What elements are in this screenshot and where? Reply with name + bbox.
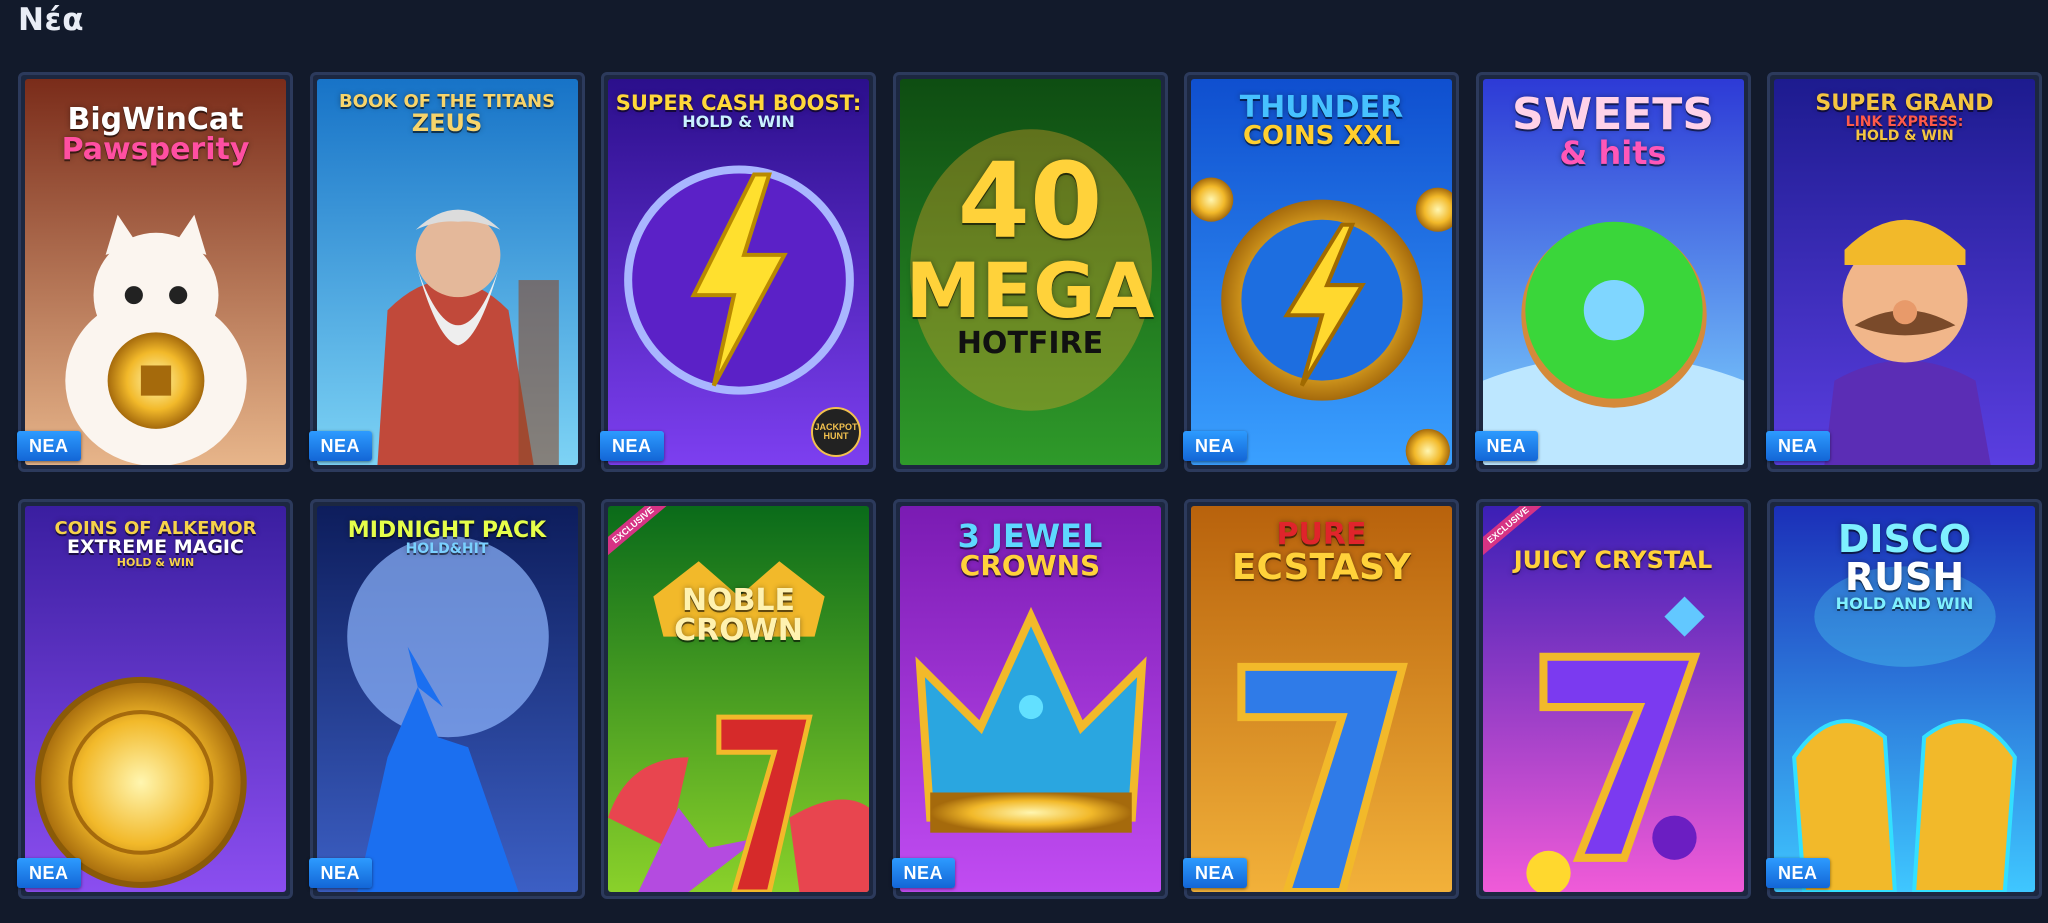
- game-tile[interactable]: JUICY CRYSTAL EXCLUSIVE: [1475, 499, 1751, 899]
- game-title-l2: MEGA: [905, 246, 1155, 335]
- new-badge: NEA: [600, 431, 664, 461]
- game-title-l2: RUSH: [1844, 555, 1965, 599]
- game-title-l1: JUICY CRYSTAL: [1513, 546, 1713, 574]
- game-logo: COINS OF ALKEMOR EXTREME MAGIC HOLD & WIN: [31, 520, 280, 569]
- game-title-l1: THUNDER: [1239, 90, 1404, 125]
- game-title-l3: HOLD & WIN: [116, 556, 195, 569]
- game-logo: 40 MEGA HOTFIRE: [906, 149, 1155, 359]
- game-thumbnail: PURE ECSTASY: [1191, 506, 1452, 892]
- game-tile[interactable]: PURE ECSTASY NEA: [1183, 499, 1459, 899]
- game-title-l2: ZEUS: [411, 109, 483, 137]
- game-logo: PURE ECSTASY: [1197, 520, 1446, 586]
- game-thumbnail: THUNDER COINS XXL: [1191, 79, 1452, 465]
- page: Νέα BigWinCat Pawsperity NEA BOOK OF THE TI…: [0, 0, 2048, 923]
- game-title-l2: CROWN: [674, 613, 803, 648]
- game-thumbnail: SUPER GRAND LINK EXPRESS: HOLD & WIN: [1774, 79, 2035, 465]
- game-title-l2: EXTREME MAGIC: [67, 536, 244, 558]
- game-title-l2: LINK EXPRESS:: [1845, 114, 1964, 130]
- new-badge: NEA: [891, 858, 956, 888]
- new-badge: NEA: [1766, 858, 1830, 888]
- game-tile[interactable]: 40 MEGA HOTFIRE: [892, 72, 1168, 472]
- new-badge: NEA: [308, 858, 373, 888]
- game-tile[interactable]: DISCO RUSH HOLD AND WIN NEA: [1766, 499, 2042, 899]
- game-tile[interactable]: BigWinCat Pawsperity NEA: [17, 72, 293, 472]
- game-artwork: [316, 506, 578, 892]
- game-thumbnail: BOOK OF THE TITANS ZEUS: [316, 79, 578, 465]
- game-logo: BOOK OF THE TITANS ZEUS: [323, 93, 572, 137]
- new-badge: NEA: [1474, 431, 1539, 461]
- game-thumbnail: COINS OF ALKEMOR EXTREME MAGIC HOLD & WIN: [25, 506, 286, 892]
- game-thumbnail: BigWinCat Pawsperity: [25, 79, 286, 465]
- game-artwork: [608, 506, 869, 892]
- game-title-l1: PURE: [1276, 517, 1367, 552]
- game-title-l1: 3 JEWEL: [957, 517, 1103, 555]
- game-thumbnail: SWEETS & hits: [1482, 79, 1744, 465]
- game-tile[interactable]: COINS OF ALKEMOR EXTREME MAGIC HOLD & WIN N…: [17, 499, 293, 899]
- game-logo: JUICY CRYSTAL: [1489, 548, 1738, 572]
- game-logo: DISCO RUSH HOLD AND WIN: [1780, 520, 2029, 612]
- games-grid: BigWinCat Pawsperity NEA BOOK OF THE TITANS…: [17, 72, 2042, 899]
- new-badge: NEA: [17, 858, 81, 888]
- game-tile[interactable]: BOOK OF THE TITANS ZEUS NEA: [308, 72, 585, 472]
- game-title-l2: COINS XXL: [1242, 121, 1401, 151]
- game-tile[interactable]: THUNDER COINS XXL NEA: [1183, 72, 1459, 472]
- section-title: Νέα: [18, 2, 84, 38]
- game-title-l1: SUPER CASH BOOST:: [615, 91, 862, 115]
- game-tile[interactable]: 3 JEWEL CROWNS NEA: [891, 499, 1168, 899]
- game-title-l2: HOLD & WIN: [682, 112, 795, 131]
- game-title-l1: MIDNIGHT PACK: [347, 518, 547, 543]
- game-tile[interactable]: SUPER GRAND LINK EXPRESS: HOLD & WIN NEA: [1766, 72, 2042, 472]
- game-logo: SWEETS & hits: [1489, 89, 1738, 172]
- game-thumbnail: MIDNIGHT PACK HOLD&HIT: [316, 506, 578, 892]
- new-badge: NEA: [308, 431, 373, 461]
- game-tile[interactable]: SUPER CASH BOOST: HOLD & WIN JACKPOT HUNT N…: [600, 72, 876, 472]
- game-thumbnail: NOBLE CROWN EXCLUSIVE: [608, 506, 869, 892]
- game-thumbnail: DISCO RUSH HOLD AND WIN: [1774, 506, 2035, 892]
- game-logo: SUPER GRAND LINK EXPRESS: HOLD & WIN: [1780, 91, 2029, 144]
- game-title-l3: HOLD & WIN: [1855, 128, 1954, 144]
- new-badge: NEA: [1183, 431, 1247, 461]
- game-thumbnail: 3 JEWEL CROWNS: [899, 506, 1161, 892]
- game-title-l1: SWEETS: [1511, 89, 1715, 140]
- game-logo: 3 JEWEL CROWNS: [906, 520, 1155, 580]
- game-title-l2: ECSTASY: [1231, 547, 1412, 588]
- game-title-l1: DISCO: [1837, 517, 1972, 561]
- game-logo: SUPER CASH BOOST: HOLD & WIN: [614, 93, 863, 130]
- game-title-l2: HOLD&HIT: [405, 541, 489, 557]
- game-title-l2: & hits: [1559, 134, 1667, 172]
- new-badge: NEA: [17, 431, 81, 461]
- game-title-l1: NOBLE: [681, 583, 796, 618]
- game-thumbnail: 40 MEGA HOTFIRE: [899, 79, 1161, 465]
- game-title-l2: CROWNS: [959, 549, 1101, 582]
- game-title-l2: Pawsperity: [61, 132, 250, 167]
- game-logo: NOBLE CROWN: [614, 586, 863, 646]
- game-thumbnail: JUICY CRYSTAL EXCLUSIVE: [1482, 506, 1744, 892]
- new-badge: NEA: [1183, 858, 1247, 888]
- game-logo: THUNDER COINS XXL: [1197, 90, 1446, 151]
- game-title-l1: 40: [957, 140, 1103, 262]
- game-title-l3: HOLD AND WIN: [1835, 594, 1974, 613]
- game-logo: BigWinCat Pawsperity: [31, 105, 280, 165]
- game-logo: MIDNIGHT PACK HOLD&HIT: [323, 518, 572, 557]
- game-tile[interactable]: SWEETS & hits NEA: [1474, 72, 1751, 472]
- game-tile[interactable]: MIDNIGHT PACK HOLD&HIT NEA: [308, 499, 585, 899]
- game-title-l1: SUPER GRAND: [1815, 91, 1994, 116]
- new-badge: NEA: [1766, 431, 1830, 461]
- game-thumbnail: SUPER CASH BOOST: HOLD & WIN JACKPOT HUNT: [608, 79, 869, 465]
- game-title-l1: BigWinCat: [67, 102, 244, 137]
- provider-logo: JACKPOT HUNT: [811, 407, 861, 457]
- game-tile[interactable]: NOBLE CROWN EXCLUSIVE: [601, 499, 876, 899]
